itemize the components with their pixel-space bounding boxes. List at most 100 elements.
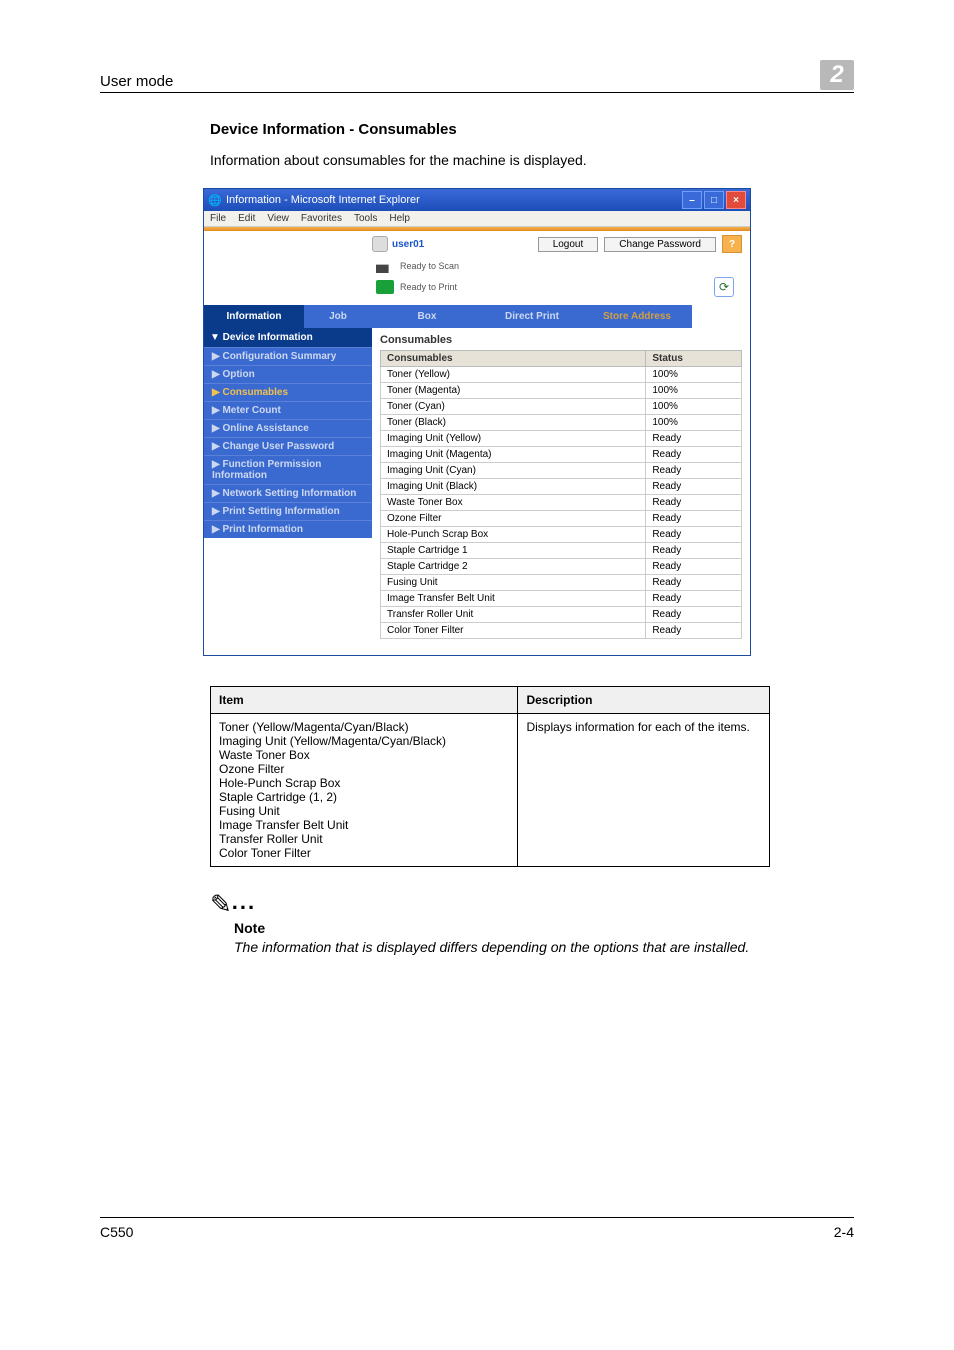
menu-help[interactable]: Help — [389, 213, 410, 224]
sidebar: ▼ Device Information ▶ Configuration Sum… — [204, 328, 372, 655]
window-title: Information - Microsoft Internet Explore… — [226, 194, 420, 206]
header-description: Description — [518, 687, 770, 714]
table-row: Color Toner FilterReady — [381, 623, 742, 639]
cell-status: Ready — [646, 591, 742, 607]
cell-status: Ready — [646, 447, 742, 463]
section-description: Information about consumables for the ma… — [210, 152, 854, 168]
refresh-button[interactable]: ⟳ — [714, 277, 734, 297]
sidebar-header[interactable]: ▼ Device Information — [204, 328, 372, 347]
change-password-button[interactable]: Change Password — [604, 237, 716, 252]
cell-consumable: Toner (Cyan) — [381, 399, 646, 415]
running-header: User mode — [100, 73, 820, 90]
consumables-table: Consumables Status Toner (Yellow)100%Ton… — [380, 350, 742, 639]
ie-icon: 🌐 — [208, 193, 222, 207]
table-row: Hole-Punch Scrap BoxReady — [381, 527, 742, 543]
cell-status: Ready — [646, 431, 742, 447]
cell-consumable: Color Toner Filter — [381, 623, 646, 639]
cell-consumable: Imaging Unit (Cyan) — [381, 463, 646, 479]
logout-button[interactable]: Logout — [538, 237, 599, 252]
cell-status: Ready — [646, 479, 742, 495]
cell-status: Ready — [646, 559, 742, 575]
cell-status: Ready — [646, 543, 742, 559]
cell-status: Ready — [646, 463, 742, 479]
cell-consumable: Image Transfer Belt Unit — [381, 591, 646, 607]
maximize-button[interactable]: □ — [704, 191, 724, 209]
col-status: Status — [646, 351, 742, 367]
menu-view[interactable]: View — [267, 213, 289, 224]
tab-information[interactable]: Information — [204, 305, 304, 328]
table-row: Ozone FilterReady — [381, 511, 742, 527]
section-title: Device Information - Consumables — [210, 121, 854, 138]
sidebar-item-print-setting[interactable]: ▶ Print Setting Information — [204, 502, 372, 520]
item-desc-table: Item Description Toner (Yellow/Magenta/C… — [210, 686, 770, 867]
cell-consumable: Transfer Roller Unit — [381, 607, 646, 623]
sidebar-item-config-summary[interactable]: ▶ Configuration Summary — [204, 347, 372, 365]
item-cell: Toner (Yellow/Magenta/Cyan/Black) Imagin… — [211, 714, 518, 867]
table-row: Transfer Roller UnitReady — [381, 607, 742, 623]
table-row: Imaging Unit (Cyan)Ready — [381, 463, 742, 479]
header-item: Item — [211, 687, 518, 714]
menu-favorites[interactable]: Favorites — [301, 213, 342, 224]
cell-consumable: Imaging Unit (Yellow) — [381, 431, 646, 447]
cell-status: 100% — [646, 399, 742, 415]
cell-status: 100% — [646, 367, 742, 383]
table-row: Waste Toner BoxReady — [381, 495, 742, 511]
cell-status: 100% — [646, 383, 742, 399]
cell-consumable: Imaging Unit (Black) — [381, 479, 646, 495]
table-row: Imaging Unit (Black)Ready — [381, 479, 742, 495]
sidebar-item-print-information[interactable]: ▶ Print Information — [204, 520, 372, 538]
cell-status: Ready — [646, 623, 742, 639]
table-row: Toner (Yellow)100% — [381, 367, 742, 383]
printer-icon — [376, 280, 394, 294]
table-row: Staple Cartridge 2Ready — [381, 559, 742, 575]
sidebar-item-function-permission[interactable]: ▶ Function Permission Information — [204, 455, 372, 484]
description-cell: Displays information for each of the ite… — [518, 714, 770, 867]
help-button[interactable]: ? — [722, 235, 742, 253]
table-row: Imaging Unit (Magenta)Ready — [381, 447, 742, 463]
sidebar-item-option[interactable]: ▶ Option — [204, 365, 372, 383]
footer-page: 2-4 — [834, 1224, 854, 1240]
status-print: Ready to Print — [400, 282, 457, 292]
cell-status: Ready — [646, 575, 742, 591]
user-icon — [372, 236, 388, 252]
tab-direct-print[interactable]: Direct Print — [482, 305, 582, 328]
table-row: Toner (Magenta)100% — [381, 383, 742, 399]
close-button[interactable]: × — [726, 191, 746, 209]
table-row: Fusing UnitReady — [381, 575, 742, 591]
table-row: Staple Cartridge 1Ready — [381, 543, 742, 559]
menu-edit[interactable]: Edit — [238, 213, 255, 224]
chapter-number: 2 — [820, 60, 854, 90]
menu-bar: File Edit View Favorites Tools Help — [204, 211, 750, 227]
sidebar-item-consumables[interactable]: ▶ Consumables — [204, 383, 372, 401]
sidebar-item-change-user-password[interactable]: ▶ Change User Password — [204, 437, 372, 455]
cell-status: Ready — [646, 527, 742, 543]
panel-title: Consumables — [380, 334, 742, 346]
cell-status: Ready — [646, 495, 742, 511]
minimize-button[interactable]: – — [682, 191, 702, 209]
cell-status: Ready — [646, 511, 742, 527]
cell-consumable: Toner (Magenta) — [381, 383, 646, 399]
sidebar-item-network-setting[interactable]: ▶ Network Setting Information — [204, 484, 372, 502]
menu-file[interactable]: File — [210, 213, 226, 224]
cell-consumable: Imaging Unit (Magenta) — [381, 447, 646, 463]
note-dots: ... — [232, 889, 256, 914]
tab-store-address[interactable]: Store Address — [582, 305, 692, 328]
cell-consumable: Toner (Yellow) — [381, 367, 646, 383]
cell-consumable: Ozone Filter — [381, 511, 646, 527]
cell-consumable: Waste Toner Box — [381, 495, 646, 511]
tab-job[interactable]: Job — [304, 305, 372, 328]
tab-box[interactable]: Box — [372, 305, 482, 328]
nav-tabs: Information Job Box Direct Print Store A… — [204, 305, 750, 328]
note-text: The information that is displayed differ… — [234, 938, 854, 957]
titlebar: 🌐 Information - Microsoft Internet Explo… — [204, 189, 750, 211]
note-label: Note — [234, 920, 854, 936]
table-row: Toner (Cyan)100% — [381, 399, 742, 415]
sidebar-item-meter-count[interactable]: ▶ Meter Count — [204, 401, 372, 419]
table-row: Image Transfer Belt UnitReady — [381, 591, 742, 607]
sidebar-item-online-assistance[interactable]: ▶ Online Assistance — [204, 419, 372, 437]
cell-consumable: Hole-Punch Scrap Box — [381, 527, 646, 543]
menu-tools[interactable]: Tools — [354, 213, 377, 224]
footer-model: C550 — [100, 1224, 834, 1240]
screenshot-window: 🌐 Information - Microsoft Internet Explo… — [203, 188, 751, 656]
cell-consumable: Toner (Black) — [381, 415, 646, 431]
